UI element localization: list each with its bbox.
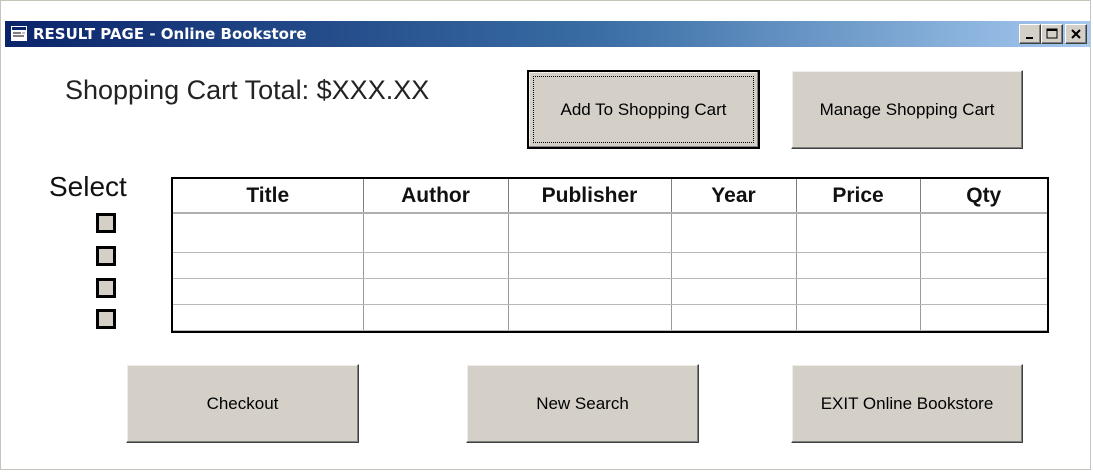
table-cell[interactable]	[363, 304, 509, 332]
table-cell[interactable]	[508, 252, 672, 279]
table-cell[interactable]	[173, 278, 364, 305]
checkout-label: Checkout	[206, 393, 279, 413]
exit-bookstore-button[interactable]: EXIT Online Bookstore	[791, 364, 1023, 443]
results-table[interactable]: Title Author Publisher Year Price Qty	[171, 177, 1049, 333]
close-button[interactable]	[1065, 24, 1087, 44]
table-cell[interactable]	[508, 278, 672, 305]
app-window-icon[interactable]	[11, 26, 27, 41]
shopping-cart-total: Shopping Cart Total: $XXX.XX	[65, 75, 430, 105]
column-header-publisher[interactable]: Publisher	[508, 179, 672, 214]
table-cell[interactable]	[363, 213, 509, 253]
checkout-button[interactable]: Checkout	[126, 364, 359, 443]
table-row[interactable]	[173, 304, 1047, 332]
column-header-year[interactable]: Year	[671, 179, 797, 214]
select-checkbox-4[interactable]	[96, 309, 116, 329]
table-cell[interactable]	[173, 213, 364, 253]
app-window: RESULT PAGE - Online Bookstore Shopping …	[0, 0, 1091, 470]
table-row[interactable]	[173, 252, 1047, 279]
table-cell[interactable]	[671, 304, 797, 332]
table-row[interactable]	[173, 213, 1047, 253]
maximize-icon	[1046, 28, 1058, 39]
minimize-icon	[1026, 37, 1033, 39]
table-cell[interactable]	[671, 252, 797, 279]
table-cell[interactable]	[920, 213, 1047, 253]
table-cell[interactable]	[363, 278, 509, 305]
title-bar[interactable]: RESULT PAGE - Online Bookstore	[5, 21, 1090, 47]
select-checkbox-2[interactable]	[96, 246, 116, 266]
focus-ring	[533, 76, 754, 143]
table-cell[interactable]	[508, 304, 672, 332]
table-header-row: Title Author Publisher Year Price Qty	[173, 179, 1047, 214]
new-search-button[interactable]: New Search	[466, 364, 699, 443]
table-cell[interactable]	[363, 252, 509, 279]
column-header-price[interactable]: Price	[796, 179, 921, 214]
table-cell[interactable]	[173, 304, 364, 332]
maximize-button[interactable]	[1041, 24, 1063, 44]
table-cell[interactable]	[671, 278, 797, 305]
table-cell[interactable]	[920, 304, 1047, 332]
exit-bookstore-label: EXIT Online Bookstore	[820, 393, 994, 413]
select-label: Select	[49, 171, 127, 202]
new-search-label: New Search	[536, 393, 629, 413]
table-cell[interactable]	[173, 252, 364, 279]
column-header-qty[interactable]: Qty	[920, 179, 1047, 214]
table-cell[interactable]	[796, 213, 921, 253]
minimize-button[interactable]	[1019, 24, 1041, 44]
select-checkbox-1[interactable]	[96, 213, 116, 233]
close-icon	[1071, 29, 1081, 39]
manage-cart-label: Manage Shopping Cart	[819, 99, 995, 119]
table-cell[interactable]	[920, 278, 1047, 305]
select-checkbox-3[interactable]	[96, 278, 116, 298]
table-cell[interactable]	[796, 252, 921, 279]
column-header-author[interactable]: Author	[363, 179, 509, 214]
table-cell[interactable]	[671, 213, 797, 253]
manage-cart-button[interactable]: Manage Shopping Cart	[791, 70, 1023, 149]
table-cell[interactable]	[796, 278, 921, 305]
window-title: RESULT PAGE - Online Bookstore	[33, 25, 307, 43]
table-cell[interactable]	[920, 252, 1047, 279]
add-to-cart-button[interactable]: Add To Shopping Cart	[527, 70, 760, 149]
column-header-title[interactable]: Title	[173, 179, 364, 214]
table-row[interactable]	[173, 278, 1047, 305]
table-cell[interactable]	[796, 304, 921, 332]
table-cell[interactable]	[508, 213, 672, 253]
